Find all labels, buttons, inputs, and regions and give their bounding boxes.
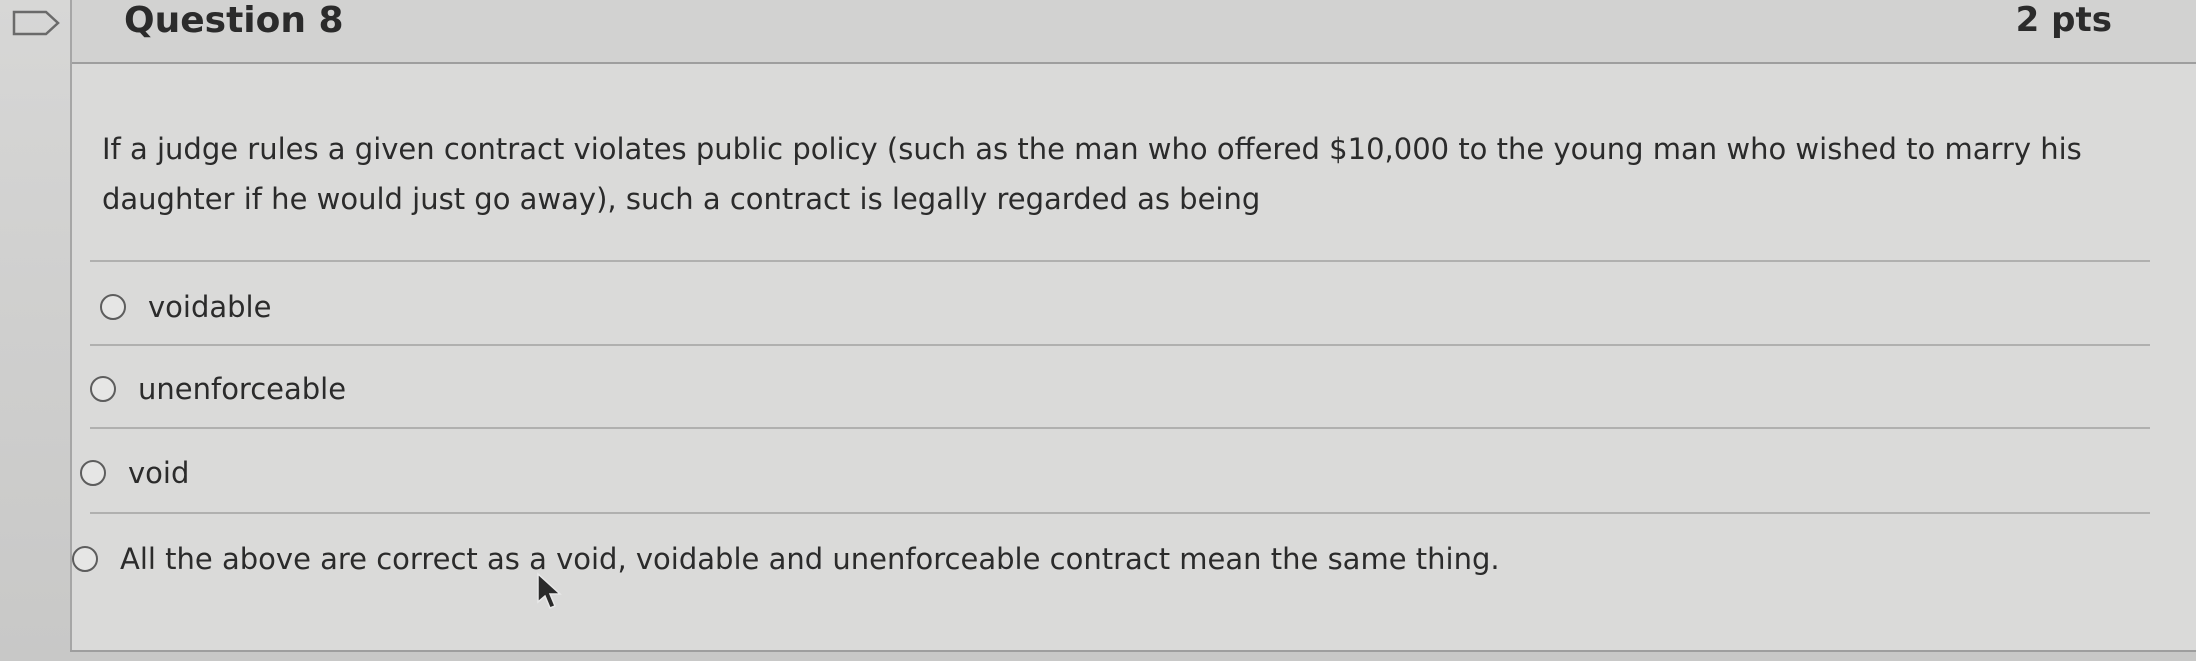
answer-option-void[interactable]: void [80, 448, 189, 498]
answer-label: All the above are correct as a void, voi… [120, 542, 1500, 576]
radio-unselected-icon[interactable] [80, 460, 106, 486]
question-title: Question 8 [124, 0, 344, 41]
quiz-page: Question 8 2 pts If a judge rules a give… [0, 0, 2196, 661]
question-card: Question 8 2 pts If a judge rules a give… [70, 0, 2196, 650]
answer-divider [90, 344, 2150, 346]
radio-unselected-icon[interactable] [100, 294, 126, 320]
question-body: If a judge rules a given contract violat… [72, 64, 2196, 648]
answers-divider-top [90, 260, 2150, 262]
question-header: Question 8 2 pts [72, 0, 2196, 64]
answer-divider [90, 512, 2150, 514]
card-bottom-border [70, 650, 2196, 652]
answer-label: voidable [148, 290, 272, 324]
radio-unselected-icon[interactable] [72, 546, 98, 572]
answer-option-voidable[interactable]: voidable [100, 282, 271, 332]
flag-question-icon[interactable] [12, 10, 60, 36]
mouse-pointer-icon [537, 572, 562, 609]
question-points: 2 pts [2015, 0, 2112, 40]
answer-divider [90, 427, 2150, 429]
answer-option-unenforceable[interactable]: unenforceable [90, 364, 346, 414]
answer-label: void [128, 456, 190, 490]
question-text: If a judge rules a given contract violat… [102, 132, 2082, 216]
answer-option-all-the-above[interactable]: All the above are correct as a void, voi… [72, 534, 1500, 584]
radio-unselected-icon[interactable] [90, 376, 116, 402]
answer-label: unenforceable [138, 372, 347, 406]
